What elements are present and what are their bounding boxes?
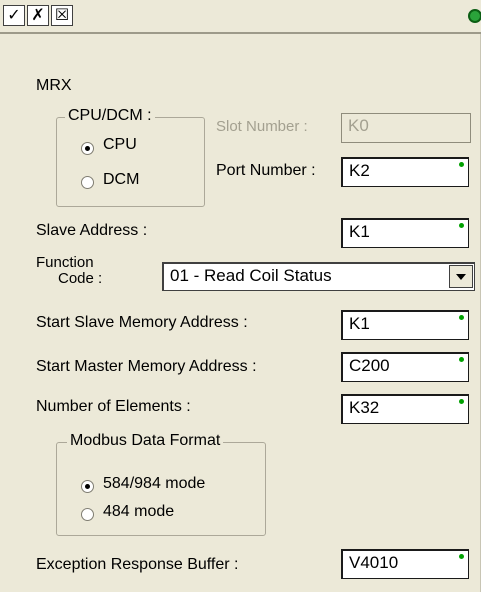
chevron-down-icon	[456, 273, 466, 280]
slave-address-input[interactable]: K1	[341, 218, 469, 248]
start-slave-memory-label: Start Slave Memory Address :	[36, 314, 248, 331]
start-master-memory-label: Start Master Memory Address :	[36, 358, 257, 375]
help-button[interactable]: ☒	[51, 5, 73, 26]
cancel-x-button[interactable]: ✗	[27, 5, 49, 26]
valid-indicator-icon	[459, 554, 464, 559]
check-icon: ✓	[7, 6, 21, 24]
radio-584-984-label[interactable]: 584/984 mode	[103, 475, 205, 493]
exception-buffer-input[interactable]: V4010	[341, 549, 469, 579]
dropdown-button[interactable]	[449, 265, 473, 288]
valid-indicator-icon	[459, 315, 464, 320]
slave-address-label: Slave Address :	[36, 222, 148, 239]
start-slave-memory-input[interactable]: K1	[341, 310, 469, 340]
radio-cpu-label[interactable]: CPU	[103, 136, 137, 154]
valid-indicator-icon	[459, 223, 464, 228]
radio-dcm[interactable]	[81, 176, 94, 189]
slot-number-label: Slot Number :	[216, 118, 308, 135]
toolbar: ✓ ✗ ☒	[0, 0, 481, 34]
radio-484-mode[interactable]	[81, 508, 94, 521]
function-code-select[interactable]: 01 - Read Coil Status	[162, 262, 475, 291]
cpu-dcm-group-label: CPU/DCM :	[65, 107, 155, 125]
start-master-memory-input[interactable]: C200	[341, 352, 469, 382]
slot-number-input: K0	[341, 113, 471, 143]
valid-indicator-icon	[459, 357, 464, 362]
port-number-input[interactable]: K2	[341, 157, 469, 187]
function-code-label-line2: Code :	[58, 270, 103, 287]
function-code-label-line1: Function	[36, 254, 94, 271]
port-number-label: Port Number :	[216, 162, 316, 179]
radio-484-label[interactable]: 484 mode	[103, 503, 174, 521]
x-icon: ✗	[31, 6, 45, 24]
cpu-dcm-group	[56, 117, 205, 207]
status-ok-icon	[468, 9, 481, 23]
exception-buffer-label: Exception Response Buffer :	[36, 556, 239, 573]
number-of-elements-label: Number of Elements :	[36, 398, 191, 415]
instruction-title: MRX	[36, 77, 72, 94]
number-of-elements-input[interactable]: K32	[341, 394, 469, 424]
valid-indicator-icon	[459, 399, 464, 404]
modbus-format-group-label: Modbus Data Format	[67, 432, 224, 450]
ok-check-button[interactable]: ✓	[3, 5, 25, 26]
radio-cpu[interactable]	[81, 142, 94, 155]
radio-584-984-mode[interactable]	[81, 480, 94, 493]
help-icon: ☒	[54, 6, 70, 24]
valid-indicator-icon	[459, 162, 464, 167]
mrx-dialog-panel: ✓ ✗ ☒ MRX CPU/DCM : CPU DCM Slot Number …	[0, 0, 481, 592]
radio-dcm-label[interactable]: DCM	[103, 171, 139, 189]
